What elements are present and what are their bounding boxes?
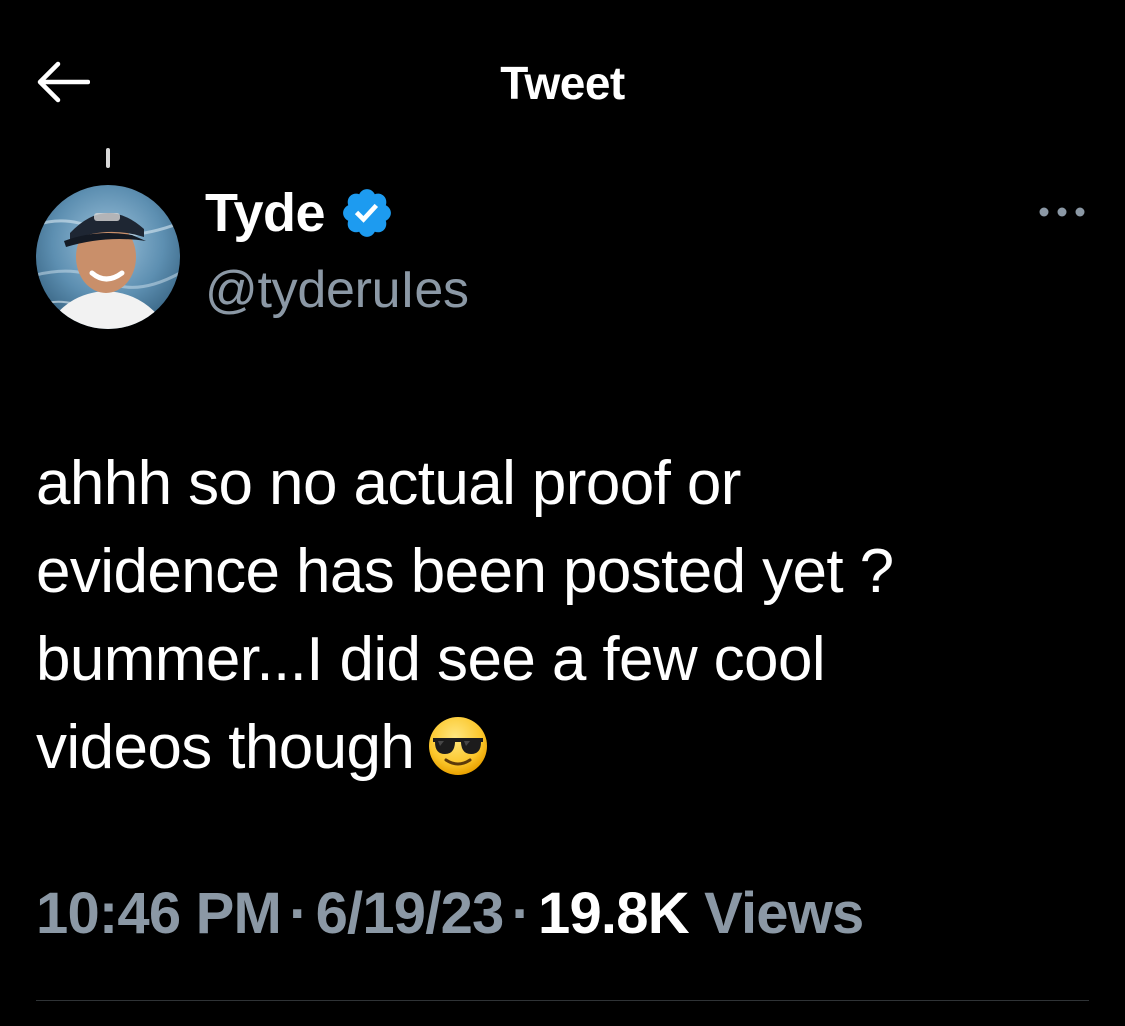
meta-separator: · bbox=[511, 881, 531, 946]
avatar[interactable] bbox=[36, 185, 180, 329]
tweet-time[interactable]: 10:46 PM bbox=[36, 881, 282, 946]
divider bbox=[36, 1000, 1089, 1001]
tweet-text: ahhh so no actual proof or evidence has … bbox=[36, 440, 1096, 792]
sunglasses-emoji-icon bbox=[426, 714, 490, 778]
verified-badge-icon bbox=[339, 185, 395, 241]
more-options-button[interactable] bbox=[1030, 192, 1094, 232]
author-handle[interactable]: @tyderuIes bbox=[205, 260, 469, 320]
tweet-text-line-last: videos though bbox=[36, 704, 1096, 792]
page-title: Tweet bbox=[500, 57, 625, 109]
tweet-text-line: ahhh so no actual proof or bbox=[36, 449, 741, 518]
tweet-text-line: evidence has been posted yet ? bbox=[36, 537, 894, 606]
author-name-row: Tyde bbox=[205, 178, 395, 248]
views-count: 19.8K bbox=[538, 881, 690, 946]
tweet-text-line-content: videos though bbox=[36, 713, 415, 782]
meta-separator: · bbox=[289, 881, 308, 946]
thread-connector-line bbox=[106, 148, 110, 168]
top-bar: Tweet bbox=[0, 0, 1125, 150]
tweet-date[interactable]: 6/19/23 bbox=[316, 881, 505, 946]
author-display-name[interactable]: Tyde bbox=[205, 182, 326, 244]
avatar-photo-icon bbox=[36, 185, 180, 329]
tweet-meta: 10:46 PM · 6/19/23 · 19.8K Views bbox=[36, 880, 864, 947]
tweet-text-line: bummer...I did see a few cool bbox=[36, 625, 826, 694]
views-label: Views bbox=[704, 881, 864, 946]
more-horizontal-icon bbox=[1039, 207, 1085, 217]
